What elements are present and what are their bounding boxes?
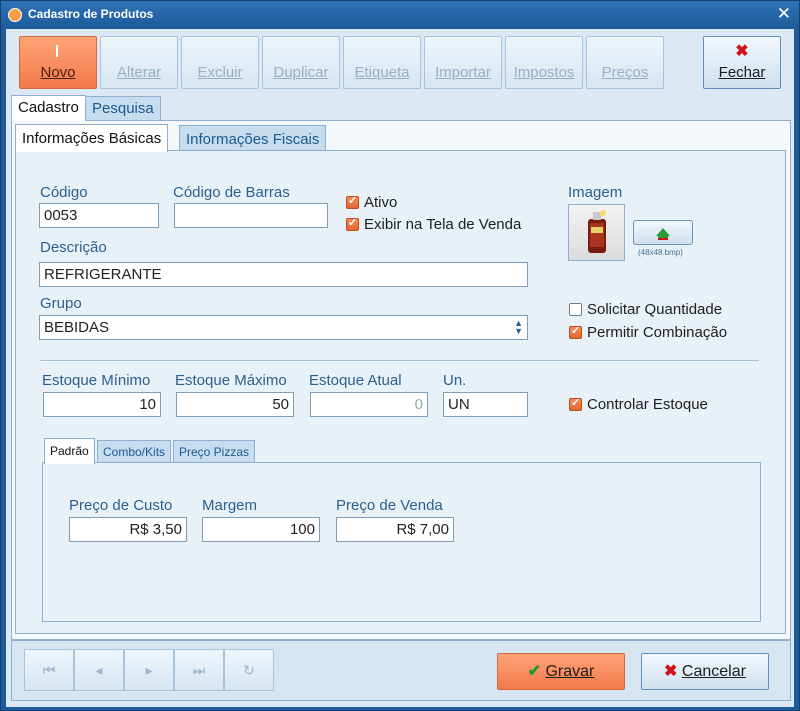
fechar-label: Fechar — [718, 64, 766, 81]
precos-label: Preços — [601, 64, 649, 81]
tab-informacoes-fiscais[interactable]: Informações Fiscais — [179, 125, 327, 151]
next-icon: ▸ — [145, 662, 153, 678]
controlar-estoque-checkbox[interactable] — [569, 396, 582, 411]
soda-bottle-icon — [588, 210, 606, 253]
preco-venda-label: Preço de Venda — [336, 497, 443, 514]
last-record-button[interactable]: ⏭ — [174, 649, 224, 691]
first-record-button[interactable]: ⏮ — [24, 649, 74, 691]
codigo-barras-field[interactable] — [174, 203, 328, 228]
solicitar-quantidade-label: Solicitar Quantidade — [587, 301, 723, 318]
impostos-button[interactable]: Impostos — [505, 36, 583, 89]
codigo-label: Código — [40, 184, 88, 201]
unidade-label: Un. — [443, 372, 467, 389]
load-image-button[interactable] — [633, 220, 693, 245]
cancel-x-icon: ✖ — [664, 663, 678, 680]
gravar-label: Gravar — [545, 663, 595, 680]
estoque-maximo-field[interactable]: 50 — [176, 392, 294, 417]
tab-cadastro[interactable]: Cadastro — [11, 95, 86, 121]
cursor-icon — [56, 45, 58, 57]
refresh-button[interactable]: ↻ — [224, 649, 274, 691]
previous-record-button[interactable]: ◂ — [74, 649, 124, 691]
grupo-select[interactable]: BEBIDAS ▲ ▼ — [39, 315, 528, 340]
load-image-icon — [656, 228, 670, 240]
tab-combo-kits[interactable]: Combo/Kits — [97, 440, 172, 462]
descricao-field[interactable]: REFRIGERANTE — [39, 262, 528, 287]
ativo-label: Ativo — [364, 194, 398, 211]
tab-informacoes-basicas[interactable]: Informações Básicas — [15, 124, 169, 152]
duplicar-label: Duplicar — [273, 64, 329, 81]
novo-button[interactable]: Novo — [19, 36, 97, 89]
exibir-tela-venda-checkbox[interactable] — [346, 216, 359, 231]
preco-venda-field[interactable]: R$ 7,00 — [336, 517, 454, 542]
close-window-icon[interactable]: ✕ — [777, 4, 791, 24]
spinner-icon[interactable]: ▲ ▼ — [514, 319, 523, 336]
unidade-field[interactable]: UN — [443, 392, 528, 417]
app-icon — [8, 8, 22, 22]
permitir-combinacao-checkbox[interactable] — [569, 324, 582, 339]
check-icon: ✔ — [527, 663, 542, 680]
cancelar-button[interactable]: ✖ Cancelar — [641, 653, 769, 690]
importar-button[interactable]: Importar — [424, 36, 502, 89]
estoque-atual-field: 0 — [310, 392, 428, 417]
margem-label: Margem — [202, 497, 258, 514]
fechar-button[interactable]: ✖ Fechar — [703, 36, 781, 89]
estoque-minimo-field[interactable]: 10 — [43, 392, 161, 417]
tab-padrao[interactable]: Padrão — [44, 438, 95, 464]
duplicar-button[interactable]: Duplicar — [262, 36, 340, 89]
title-bar: Cadastro de Produtos ✕ — [1, 1, 799, 29]
imagem-label: Imagem — [568, 184, 623, 201]
solicitar-quantidade-checkbox[interactable] — [569, 303, 582, 316]
preco-custo-label: Preço de Custo — [69, 497, 173, 514]
excluir-button[interactable]: Excluir — [181, 36, 259, 89]
tab-pesquisa[interactable]: Pesquisa — [85, 96, 161, 120]
image-size-hint: (48x48.bmp) — [638, 248, 683, 257]
tab-preco-pizzas[interactable]: Preço Pizzas — [173, 440, 256, 462]
alterar-label: Alterar — [116, 64, 162, 81]
novo-label: Novo — [40, 64, 76, 81]
codigo-field[interactable]: 0053 — [39, 203, 159, 228]
impostos-label: Impostos — [513, 64, 575, 81]
previous-icon: ◂ — [95, 662, 103, 678]
section-divider — [40, 360, 759, 361]
first-icon: ⏮ — [42, 662, 56, 678]
grupo-value: BEBIDAS — [44, 319, 110, 336]
price-panel — [42, 462, 761, 622]
permitir-combinacao-label: Permitir Combinação — [587, 324, 728, 341]
client-area: Novo Alterar Excluir Duplicar Etiqueta I… — [6, 29, 794, 707]
alterar-button[interactable]: Alterar — [100, 36, 178, 89]
ativo-checkbox[interactable] — [346, 194, 359, 209]
precos-button[interactable]: Preços — [586, 36, 664, 89]
refresh-icon: ↻ — [243, 662, 255, 678]
gravar-button[interactable]: ✔ Gravar — [497, 653, 625, 690]
close-x-icon: ✖ — [735, 43, 749, 60]
estoque-minimo-label: Estoque Mínimo — [42, 372, 151, 389]
grupo-label: Grupo — [40, 295, 82, 312]
etiqueta-label: Etiqueta — [354, 64, 410, 81]
cancelar-label: Cancelar — [681, 663, 746, 680]
product-image[interactable] — [568, 204, 625, 261]
excluir-label: Excluir — [197, 64, 243, 81]
next-record-button[interactable]: ▸ — [124, 649, 174, 691]
codigo-barras-label: Código de Barras — [173, 184, 290, 201]
importar-label: Importar — [435, 64, 491, 81]
main-window: Cadastro de Produtos ✕ Novo Alterar Excl… — [0, 0, 800, 711]
window-title: Cadastro de Produtos — [28, 7, 154, 21]
preco-custo-field[interactable]: R$ 3,50 — [69, 517, 187, 542]
estoque-atual-label: Estoque Atual — [309, 372, 402, 389]
descricao-label: Descrição — [40, 239, 107, 256]
controlar-estoque-label: Controlar Estoque — [587, 396, 708, 413]
margem-field[interactable]: 100 — [202, 517, 320, 542]
estoque-maximo-label: Estoque Máximo — [175, 372, 287, 389]
last-icon: ⏭ — [192, 662, 206, 678]
exibir-tela-venda-label: Exibir na Tela de Venda — [364, 216, 522, 233]
etiqueta-button[interactable]: Etiqueta — [343, 36, 421, 89]
